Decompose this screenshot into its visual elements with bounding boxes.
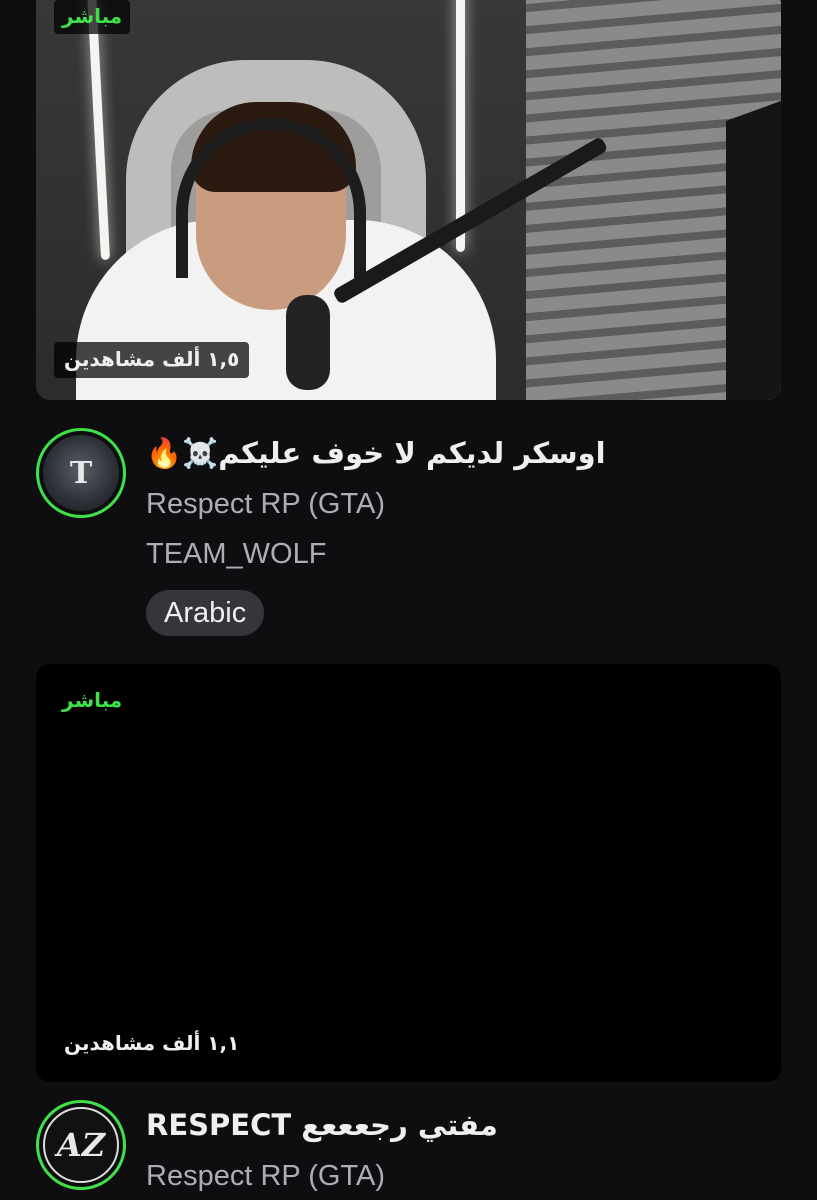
stream-title[interactable]: اوسكر لديكم لا خوف عليكم☠️🔥: [146, 436, 606, 471]
stream-feed: مباشر ١,٥ ألف مشاهدين T اوسكر لديكم لا خ…: [0, 0, 817, 1200]
stream-card[interactable]: مباشر ١,١ ألف مشاهدين: [36, 664, 781, 1082]
live-badge: مباشر: [54, 684, 131, 718]
team-wolf-logo-icon: T: [43, 435, 119, 511]
thumbnail-scene-microphone: [286, 295, 330, 390]
stream-thumbnail[interactable]: مباشر ١,١ ألف مشاهدين: [36, 664, 781, 1082]
streamer-name[interactable]: TEAM_WOLF: [146, 538, 326, 571]
channel-avatar[interactable]: T: [36, 428, 126, 518]
az-logo-icon: AZ: [43, 1107, 119, 1183]
stream-title[interactable]: مفتي رجعععع RESPECT: [146, 1108, 498, 1142]
viewer-count-badge: ١,١ ألف مشاهدين: [54, 1026, 250, 1062]
channel-avatar[interactable]: AZ: [36, 1100, 126, 1190]
live-badge: مباشر: [54, 0, 131, 34]
stream-category[interactable]: Respect RP (GTA): [146, 488, 385, 521]
thumbnail-scene-monitor: [726, 99, 781, 400]
stream-thumbnail[interactable]: مباشر ١,٥ ألف مشاهدين: [36, 0, 781, 400]
avatar-letter: AZ: [56, 1126, 106, 1164]
tag-arabic[interactable]: Arabic: [146, 590, 265, 636]
viewer-count-badge: ١,٥ ألف مشاهدين: [54, 342, 250, 378]
stream-card[interactable]: مباشر ١,٥ ألف مشاهدين: [36, 0, 781, 400]
avatar-letter: T: [69, 455, 93, 491]
stream-category[interactable]: Respect RP (GTA): [146, 1160, 385, 1193]
